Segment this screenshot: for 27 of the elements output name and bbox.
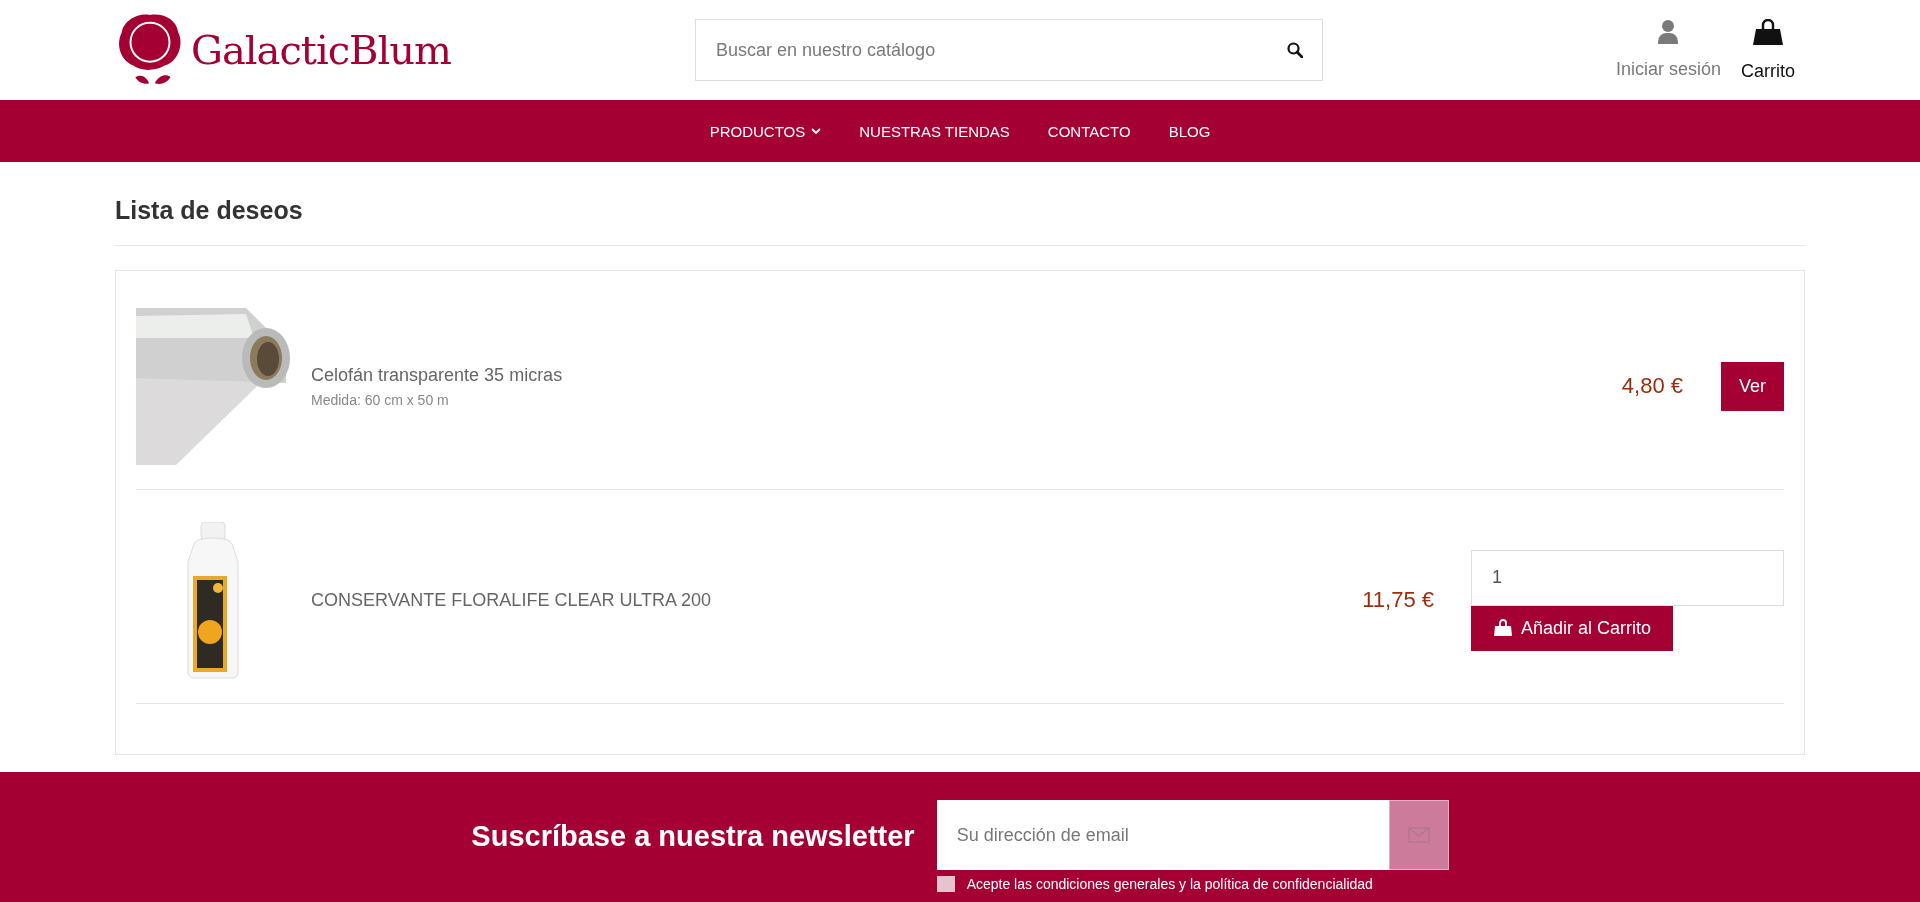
sign-in-link[interactable]: Iniciar sesión — [1615, 18, 1721, 82]
product-attribute: Medida: 60 cm x 50 m — [311, 391, 450, 408]
shopping-bag-icon — [1752, 18, 1784, 47]
user-icon — [1657, 18, 1680, 45]
quantity-field[interactable]: 1 — [1471, 549, 1784, 606]
nav-link[interactable]: PRODUCTOS — [709, 122, 822, 140]
product-name[interactable]: CONSERVANTE FLORALIFE CLEAR ULTRA 200 — [311, 589, 1363, 611]
product-price: 11,75 € — [1362, 587, 1434, 613]
chevron-down-icon — [811, 128, 822, 134]
newsletter-title: Suscríbase a nuestra newsletter — [471, 820, 915, 854]
search-icon[interactable] — [1287, 42, 1303, 58]
logo-text[interactable]: GalacticBlum — [191, 27, 451, 73]
consent-checkbox[interactable] — [936, 876, 955, 892]
nav-link[interactable]: NUESTRAS TIENDAS — [859, 122, 1010, 140]
nav-link[interactable]: BLOG — [1168, 122, 1211, 140]
search-field[interactable]: Buscar en nuestro catálogo — [695, 19, 1323, 81]
consent-label: Acepte las condiciones generales y la política de confidencialidad — [966, 876, 1373, 892]
product-price: 4,80 € — [1621, 373, 1683, 399]
cart-link[interactable]: Carrito — [1741, 18, 1795, 82]
shopping-bag-icon — [1493, 619, 1513, 637]
envelope-icon — [1407, 827, 1430, 843]
page-title: Lista de deseos — [115, 162, 1805, 246]
add-to-cart-button[interactable]: Añadir al Carrito — [1471, 605, 1674, 651]
email-field[interactable]: Su dirección de email — [936, 800, 1389, 870]
product-name[interactable]: Celofán transparente 35 micras — [311, 364, 1622, 386]
view-button[interactable]: Ver — [1720, 361, 1784, 411]
nav-link[interactable]: CONTACTO — [1047, 122, 1131, 140]
